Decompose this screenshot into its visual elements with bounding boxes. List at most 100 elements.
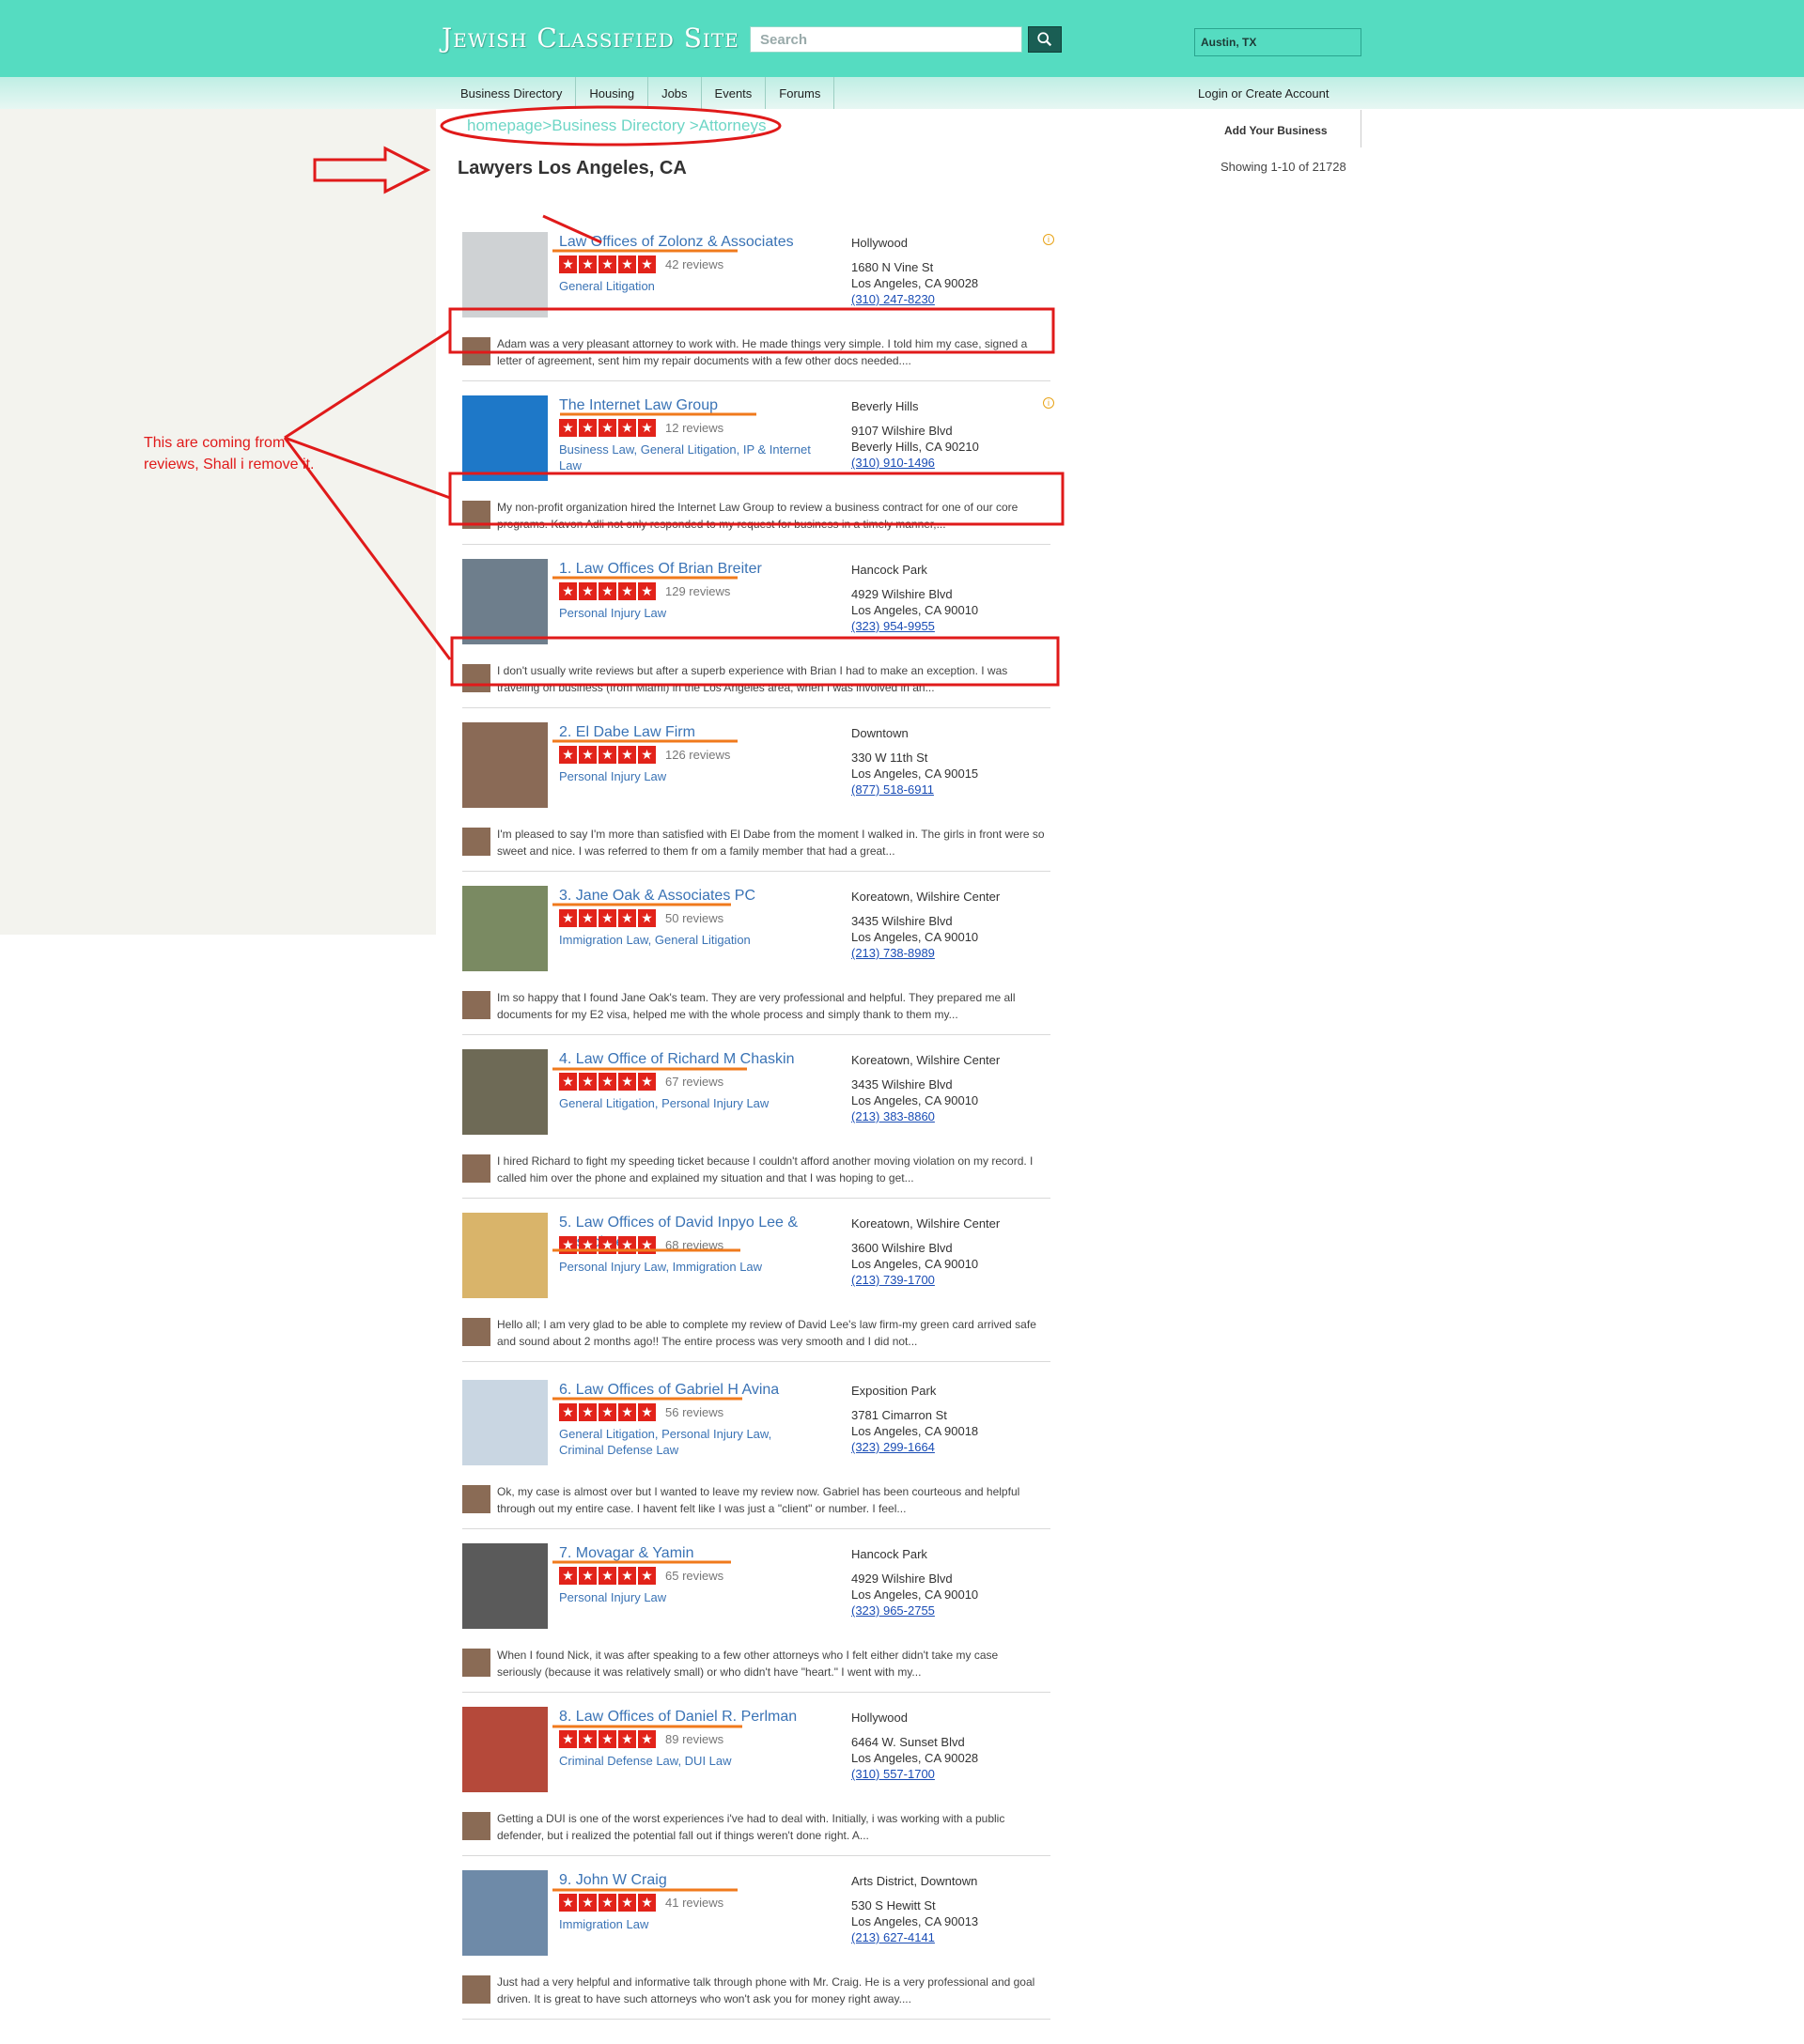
review-count[interactable]: 129 reviews <box>665 584 730 598</box>
listing-phone[interactable]: (877) 518-6911 <box>851 782 978 797</box>
search-button[interactable] <box>1028 26 1062 53</box>
review-count[interactable]: 89 reviews <box>665 1732 723 1746</box>
listing-name[interactable]: 7. Movagar & Yamin <box>559 1543 822 1563</box>
listing-item[interactable]: Law Offices of Zolonz & Associates ★ ★ ★… <box>462 218 1054 381</box>
listing-photo[interactable] <box>462 722 548 808</box>
listing-photo[interactable] <box>462 559 548 644</box>
listing-phone[interactable]: (310) 247-8230 <box>851 291 978 307</box>
listing-item[interactable]: 6. Law Offices of Gabriel H Avina ★ ★ ★ … <box>462 1366 1050 1529</box>
listing-photo[interactable] <box>462 1049 548 1135</box>
listing-phone[interactable]: (213) 738-8989 <box>851 945 978 961</box>
reviewer-avatar[interactable] <box>462 991 490 1019</box>
info-icon[interactable]: i <box>1043 234 1054 245</box>
review-count[interactable]: 56 reviews <box>665 1405 723 1419</box>
listing-name[interactable]: 4. Law Office of Richard M Chaskin <box>559 1049 822 1069</box>
review-snippet: Just had a very helpful and informative … <box>497 1975 1035 2005</box>
reviewer-avatar[interactable] <box>462 1649 490 1677</box>
review-count[interactable]: 68 reviews <box>665 1238 723 1252</box>
review-count[interactable]: 65 reviews <box>665 1569 723 1583</box>
nav-jobs[interactable]: Jobs <box>648 77 702 109</box>
listing-name[interactable]: 2. El Dabe Law Firm <box>559 722 822 742</box>
listing-item[interactable]: 3. Jane Oak & Associates PC ★ ★ ★ ★ ★ 50… <box>462 872 1050 1035</box>
add-business-link[interactable]: Add Your Business <box>1224 124 1328 137</box>
listing-photo[interactable] <box>462 1707 548 1792</box>
listing-photo[interactable] <box>462 1870 548 1956</box>
listing-name[interactable]: 3. Jane Oak & Associates PC <box>559 886 822 906</box>
listing-phone[interactable]: (213) 627-4141 <box>851 1929 978 1945</box>
listing-categories[interactable]: Personal Injury Law, Immigration Law <box>559 1259 813 1275</box>
listing-phone[interactable]: (323) 965-2755 <box>851 1603 978 1618</box>
nav-events[interactable]: Events <box>702 77 767 109</box>
reviewer-avatar[interactable] <box>462 1318 490 1346</box>
listing-categories[interactable]: Criminal Defense Law, DUI Law <box>559 1753 813 1769</box>
reviewer-avatar[interactable] <box>462 1154 490 1183</box>
listing-name[interactable]: Law Offices of Zolonz & Associates <box>559 232 822 252</box>
listing-categories[interactable]: General Litigation <box>559 278 813 294</box>
listing-photo[interactable] <box>462 1213 548 1298</box>
reviewer-avatar[interactable] <box>462 1975 490 2004</box>
listing-categories[interactable]: Personal Injury Law <box>559 768 813 784</box>
listing-phone[interactable]: (213) 739-1700 <box>851 1272 978 1288</box>
listing-photo[interactable] <box>462 886 548 971</box>
listing-categories[interactable]: General Litigation, Personal Injury Law,… <box>559 1426 813 1458</box>
nav-housing[interactable]: Housing <box>576 77 649 109</box>
reviewer-avatar[interactable] <box>462 1485 490 1513</box>
listing-name[interactable]: 8. Law Offices of Daniel R. Perlman <box>559 1707 822 1727</box>
listing-categories[interactable]: Business Law, General Litigation, IP & I… <box>559 441 813 473</box>
search-input[interactable]: Search <box>750 26 1022 53</box>
nav-forums[interactable]: Forums <box>766 77 835 109</box>
listing-photo[interactable] <box>462 395 548 481</box>
review-count[interactable]: 12 reviews <box>665 421 723 435</box>
listing-categories[interactable]: Immigration Law <box>559 1916 813 1932</box>
listing-neighborhood: Koreatown, Wilshire Center <box>851 1216 1001 1231</box>
review-count[interactable]: 41 reviews <box>665 1896 723 1910</box>
listing-item[interactable]: 7. Movagar & Yamin ★ ★ ★ ★ ★ 65 reviews … <box>462 1529 1050 1693</box>
site-logo[interactable]: Jewish Classified Site <box>442 23 739 54</box>
listing-photo[interactable] <box>462 1380 548 1465</box>
listing-categories[interactable]: Personal Injury Law <box>559 605 813 621</box>
listing-categories[interactable]: Immigration Law, General Litigation <box>559 932 813 948</box>
listing-phone[interactable]: (310) 910-1496 <box>851 455 979 471</box>
login-link[interactable]: Login or Create Account <box>1198 86 1329 101</box>
review-count[interactable]: 67 reviews <box>665 1075 723 1089</box>
star-icon: ★ <box>618 746 636 764</box>
info-icon[interactable]: i <box>1043 397 1054 409</box>
address-street: 4929 Wilshire Blvd <box>851 587 953 601</box>
listing-photo[interactable] <box>462 1543 548 1629</box>
listing-photo[interactable] <box>462 232 548 317</box>
location-selector[interactable]: Austin, TX <box>1194 28 1361 56</box>
reviewer-avatar[interactable] <box>462 828 490 856</box>
listing-name[interactable]: 1. Law Offices Of Brian Breiter <box>559 559 822 579</box>
listing-item[interactable]: 8. Law Offices of Daniel R. Perlman ★ ★ … <box>462 1693 1050 1856</box>
listing-categories[interactable]: Personal Injury Law <box>559 1589 813 1605</box>
listing-neighborhood: Hancock Park <box>851 563 927 577</box>
listing-categories[interactable]: General Litigation, Personal Injury Law <box>559 1095 813 1111</box>
listing-address: 3600 Wilshire Blvd Los Angeles, CA 90010… <box>851 1240 978 1288</box>
review-count[interactable]: 50 reviews <box>665 911 723 925</box>
listing-name[interactable]: 6. Law Offices of Gabriel H Avina <box>559 1380 822 1400</box>
listing-neighborhood: Hollywood <box>851 236 908 250</box>
listing-phone[interactable]: (310) 557-1700 <box>851 1766 978 1782</box>
listing-item[interactable]: 4. Law Office of Richard M Chaskin ★ ★ ★… <box>462 1035 1050 1199</box>
listing-item[interactable]: 5. Law Offices of David Inpyo Lee & Asso… <box>462 1199 1050 1362</box>
listing-name[interactable]: 9. John W Craig <box>559 1870 822 1890</box>
listing-item[interactable]: The Internet Law Group ★ ★ ★ ★ ★ 12 revi… <box>462 381 1054 545</box>
listing-name[interactable]: The Internet Law Group <box>559 395 822 415</box>
listing-item[interactable]: 9. John W Craig ★ ★ ★ ★ ★ 41 reviews Imm… <box>462 1856 1050 2020</box>
listing-item[interactable]: 1. Law Offices Of Brian Breiter ★ ★ ★ ★ … <box>462 545 1050 708</box>
star-icon: ★ <box>618 582 636 600</box>
review-count[interactable]: 126 reviews <box>665 748 730 762</box>
page-title: Lawyers Los Angeles, CA <box>458 158 687 178</box>
breadcrumb[interactable]: homepage>Business Directory >Attorneys <box>467 116 766 135</box>
listing-phone[interactable]: (213) 383-8860 <box>851 1108 978 1124</box>
review-count[interactable]: 42 reviews <box>665 257 723 271</box>
listing-phone[interactable]: (323) 299-1664 <box>851 1439 978 1455</box>
star-icon: ★ <box>559 256 577 273</box>
nav-business-directory[interactable]: Business Directory <box>447 77 577 109</box>
reviewer-avatar[interactable] <box>462 337 490 365</box>
listing-item[interactable]: 2. El Dabe Law Firm ★ ★ ★ ★ ★ 126 review… <box>462 708 1050 872</box>
reviewer-avatar[interactable] <box>462 1812 490 1840</box>
reviewer-avatar[interactable] <box>462 501 490 529</box>
reviewer-avatar[interactable] <box>462 664 490 692</box>
listing-phone[interactable]: (323) 954-9955 <box>851 618 978 634</box>
